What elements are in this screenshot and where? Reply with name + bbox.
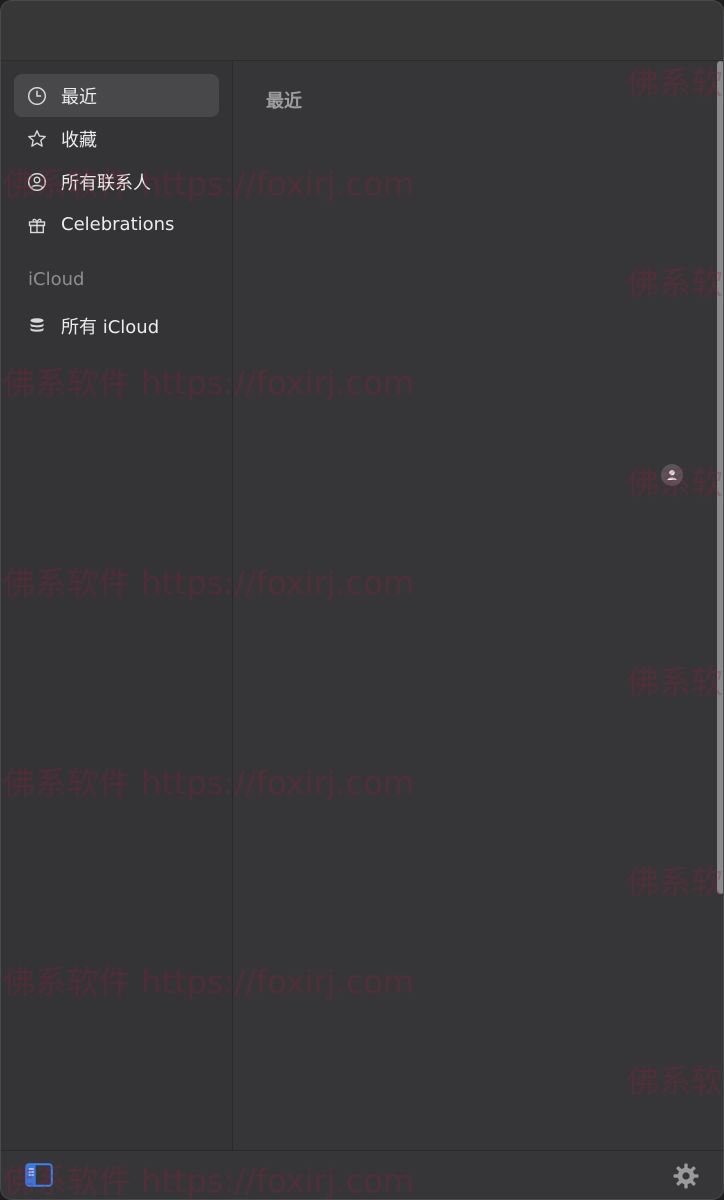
person-circle-icon xyxy=(26,171,48,193)
section-header-icloud: iCloud xyxy=(28,269,85,290)
star-icon xyxy=(26,128,48,150)
sidebar-item-celebrations[interactable]: Celebrations xyxy=(14,203,219,246)
sidebar-toggle-icon[interactable] xyxy=(25,1163,53,1187)
sidebar: 最近 收藏 所有联系人 Celebrations iCloud 所有 iClou… xyxy=(1,61,233,1150)
bottom-toolbar xyxy=(1,1150,723,1199)
title-bar[interactable] xyxy=(1,1,723,61)
database-icon xyxy=(26,315,48,337)
contacts-window: 最近 收藏 所有联系人 Celebrations iCloud 所有 iClou… xyxy=(0,0,724,1200)
contact-list-pane: 最近 xyxy=(234,61,723,1150)
sidebar-item-favorites[interactable]: 收藏 xyxy=(14,117,219,160)
sidebar-item-label: 所有 iCloud xyxy=(61,316,160,338)
sidebar-item-label: 所有联系人 xyxy=(61,172,151,194)
sidebar-item-label: 最近 xyxy=(61,86,97,108)
list-title: 最近 xyxy=(266,91,302,112)
sidebar-item-label: 收藏 xyxy=(61,129,97,151)
gear-icon[interactable] xyxy=(671,1161,701,1191)
sidebar-item-label: Celebrations xyxy=(61,214,175,235)
scrollbar[interactable] xyxy=(717,61,723,894)
gift-icon xyxy=(26,214,48,236)
sidebar-item-all-contacts[interactable]: 所有联系人 xyxy=(14,160,219,203)
person-icon[interactable] xyxy=(661,464,683,486)
sidebar-item-recent[interactable]: 最近 xyxy=(14,74,219,117)
clock-icon xyxy=(26,85,48,107)
sidebar-item-all-icloud[interactable]: 所有 iCloud xyxy=(14,304,219,347)
